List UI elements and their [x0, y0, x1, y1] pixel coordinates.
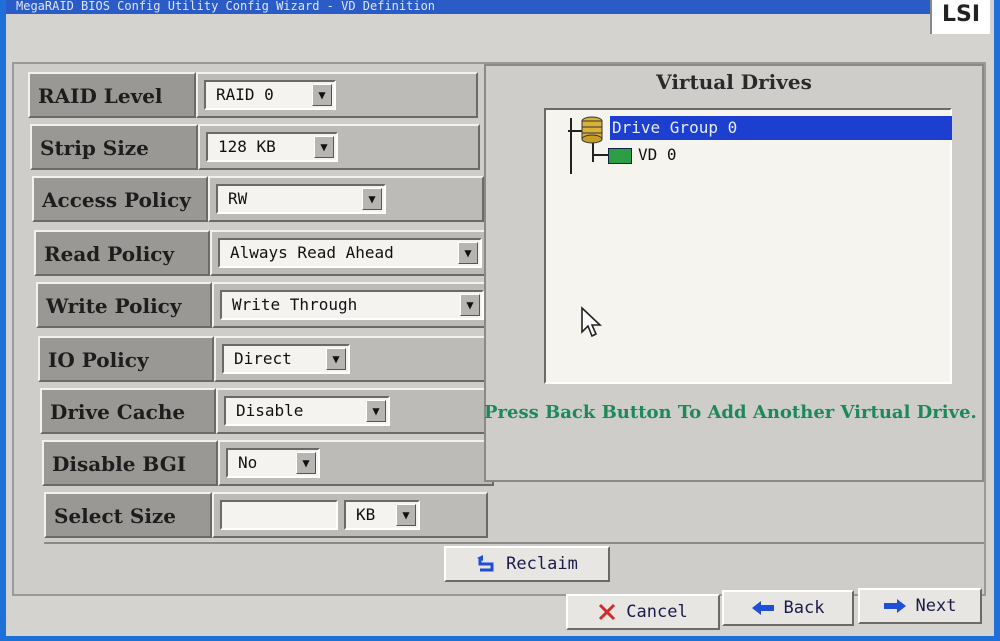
select-size-cell: KB ▼: [212, 492, 488, 538]
tree-connector: [592, 154, 608, 156]
select-size-label: Select Size: [44, 492, 212, 538]
database-icon: [581, 116, 603, 144]
access-policy-dropdown[interactable]: RW ▼: [216, 184, 386, 214]
next-button[interactable]: Next: [858, 588, 982, 624]
strip-size-label: Strip Size: [30, 124, 198, 170]
reclaim-icon: [477, 555, 494, 572]
size-unit-value: KB: [356, 505, 376, 524]
read-policy-value: Always Read Ahead: [230, 243, 394, 262]
back-label: Back: [783, 598, 825, 618]
drive-cache-dropdown[interactable]: Disable ▼: [224, 396, 390, 426]
logo-text: LSI: [941, 2, 981, 27]
tree-item-drive-group-0[interactable]: Drive Group 0: [610, 116, 952, 140]
strip-size-cell: 128 KB ▼: [198, 124, 480, 170]
write-policy-cell: Write Through ▼: [212, 282, 488, 328]
chevron-down-icon[interactable]: ▼: [312, 84, 332, 106]
raid-level-dropdown[interactable]: RAID 0 ▼: [204, 80, 336, 110]
raid-level-cell: RAID 0 ▼: [196, 72, 478, 118]
chevron-down-icon[interactable]: ▼: [458, 242, 478, 264]
disable-bgi-value: No: [238, 453, 258, 472]
wizard-panel: RAID Level RAID 0 ▼ Strip Size 128 KB ▼: [12, 62, 986, 596]
chevron-down-icon[interactable]: ▼: [366, 400, 386, 422]
back-button[interactable]: Back: [722, 590, 854, 626]
tree-connector: [570, 118, 572, 174]
chevron-down-icon[interactable]: ▼: [362, 188, 382, 210]
raid-level-label: RAID Level: [28, 72, 196, 118]
lsi-logo: LSI: [930, 0, 990, 34]
raid-level-value: RAID 0: [216, 85, 274, 104]
drive-cache-label: Drive Cache: [40, 388, 216, 434]
next-label: Next: [915, 596, 957, 616]
size-unit-dropdown[interactable]: KB ▼: [344, 500, 420, 530]
arrow-left-icon: [751, 601, 774, 615]
io-policy-label: IO Policy: [38, 336, 214, 382]
chevron-down-icon[interactable]: ▼: [396, 504, 416, 526]
write-policy-value: Write Through: [232, 295, 358, 314]
chevron-down-icon[interactable]: ▼: [296, 452, 316, 474]
virtual-drive-tree[interactable]: Drive Group 0 VD 0: [544, 108, 952, 384]
drive-cache-value: Disable: [236, 401, 304, 420]
reclaim-bar: Reclaim: [44, 542, 984, 594]
megaraid-screen: MegaRAID BIOS Config Utility Config Wiza…: [6, 0, 994, 636]
drive-cache-cell: Disable ▼: [216, 388, 492, 434]
strip-size-value: 128 KB: [218, 137, 276, 156]
chevron-down-icon[interactable]: ▼: [314, 136, 334, 158]
reclaim-label: Reclaim: [506, 554, 578, 574]
access-policy-value: RW: [228, 189, 248, 208]
strip-size-dropdown[interactable]: 128 KB ▼: [206, 132, 338, 162]
select-size-input[interactable]: [220, 500, 338, 530]
disable-bgi-cell: No ▼: [218, 440, 494, 486]
virtual-drive-icon: [608, 148, 632, 164]
read-policy-dropdown[interactable]: Always Read Ahead ▼: [218, 238, 482, 268]
chevron-down-icon[interactable]: ▼: [460, 294, 480, 316]
cancel-label: Cancel: [626, 602, 688, 622]
cancel-button[interactable]: Cancel: [566, 594, 720, 630]
info-message: Press Back Button To Add Another Virtual…: [484, 402, 977, 423]
mouse-pointer-icon: [581, 306, 602, 338]
access-policy-cell: RW ▼: [208, 176, 484, 222]
read-policy-label: Read Policy: [34, 230, 210, 276]
io-policy-value: Direct: [234, 349, 292, 368]
arrow-right-icon: [883, 599, 906, 613]
write-policy-label: Write Policy: [36, 282, 212, 328]
read-policy-cell: Always Read Ahead ▼: [210, 230, 486, 276]
write-policy-dropdown[interactable]: Write Through ▼: [220, 290, 484, 320]
reclaim-button[interactable]: Reclaim: [444, 546, 610, 582]
chevron-down-icon[interactable]: ▼: [326, 348, 346, 370]
disable-bgi-label: Disable BGI: [42, 440, 218, 486]
close-icon: [599, 603, 616, 621]
access-policy-label: Access Policy: [32, 176, 208, 222]
tree-item-vd-0[interactable]: VD 0: [636, 144, 677, 166]
io-policy-cell: Direct ▼: [214, 336, 490, 382]
io-policy-dropdown[interactable]: Direct ▼: [222, 344, 350, 374]
disable-bgi-dropdown[interactable]: No ▼: [226, 448, 320, 478]
virtual-drives-title: Virtual Drives: [656, 70, 812, 94]
window-title: MegaRAID BIOS Config Utility Config Wiza…: [6, 0, 936, 14]
